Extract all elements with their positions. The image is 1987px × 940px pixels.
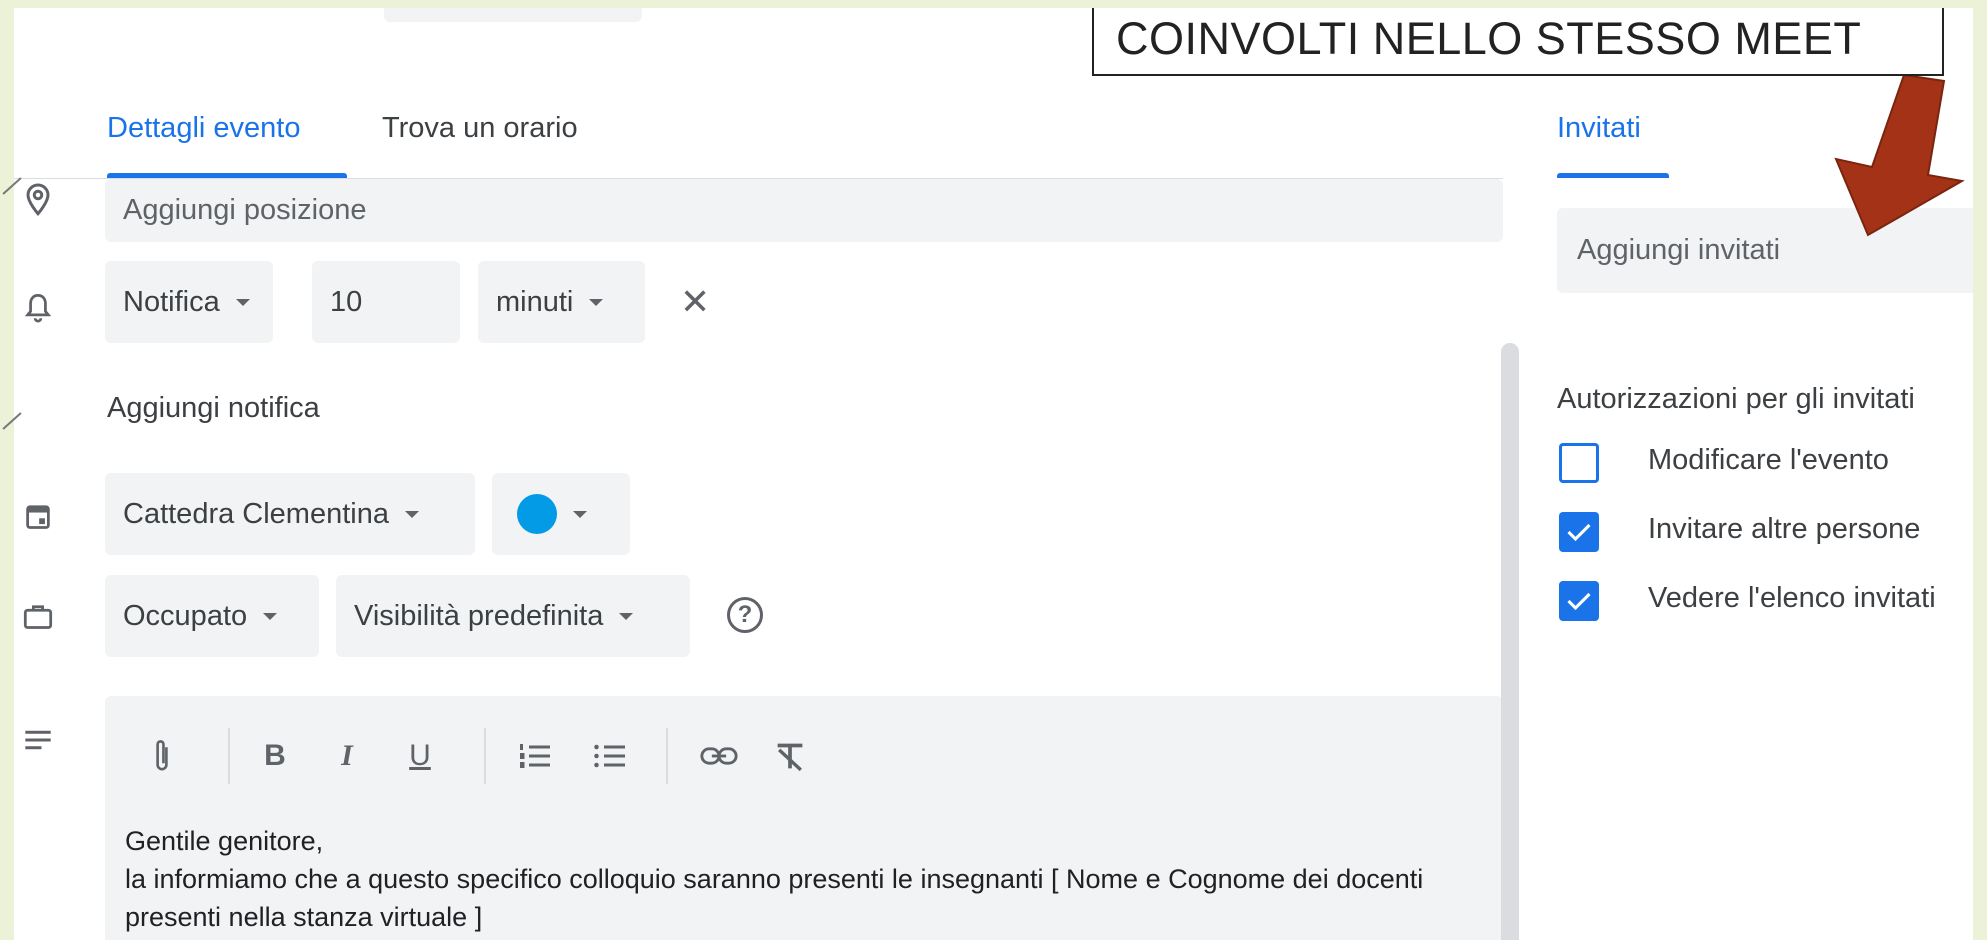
chevron-down-icon (573, 510, 587, 518)
calendar-select[interactable]: Cattedra Clementina (105, 473, 475, 555)
location-input[interactable]: Aggiungi posizione (105, 179, 1503, 242)
notes-icon (18, 720, 58, 760)
description-editor[interactable]: B I U Gentile genitore, la informiamo ch… (105, 696, 1503, 940)
numbered-list-icon[interactable] (515, 734, 555, 778)
clear-format-icon[interactable] (770, 734, 810, 778)
add-notification-link[interactable]: Aggiungi notifica (107, 392, 320, 425)
attach-icon[interactable] (145, 734, 179, 778)
chevron-down-icon (619, 612, 634, 620)
calendar-icon (18, 496, 58, 536)
checkbox-see-guest-list[interactable] (1559, 581, 1599, 621)
notification-amount-input[interactable]: 10 (312, 261, 460, 343)
availability-select[interactable]: Occupato (105, 575, 319, 657)
top-partial-field[interactable] (384, 8, 642, 22)
underline-icon[interactable]: U (402, 734, 438, 778)
permission-label-invite-others: Invitare altre persone (1648, 513, 1921, 545)
tab-find-time[interactable]: Trova un orario (382, 112, 578, 145)
event-color-select[interactable] (492, 473, 630, 555)
guest-permissions-title: Autorizzazioni per gli invitati (1557, 383, 1915, 415)
red-arrow-icon (1834, 73, 1965, 237)
briefcase-icon (18, 596, 58, 636)
bold-icon[interactable]: B (257, 734, 293, 778)
tab-guests[interactable]: Invitati (1557, 112, 1641, 145)
event-editor: Dettagli evento Trova un orario Invitati… (14, 8, 1973, 940)
location-pin-icon (18, 180, 58, 220)
chevron-down-icon (235, 298, 250, 306)
description-text[interactable]: Gentile genitore, la informiamo che a qu… (125, 822, 1485, 936)
toolbar-separator (228, 728, 230, 784)
checkbox-invite-others[interactable] (1559, 512, 1599, 552)
bulleted-list-icon[interactable] (590, 734, 630, 778)
remove-notification-icon[interactable]: ✕ (680, 284, 710, 320)
chevron-down-icon (404, 510, 419, 518)
permission-label-see-guest-list: Vedere l'elenco invitati (1648, 582, 1936, 614)
link-icon[interactable] (697, 734, 741, 778)
guests-tab-indicator (1557, 173, 1669, 178)
bell-icon (18, 288, 58, 328)
italic-icon[interactable]: I (329, 734, 365, 778)
toolbar-separator (484, 728, 486, 784)
check-icon (1567, 592, 1591, 611)
notification-type-select[interactable]: Notifica (105, 261, 273, 343)
event-color-swatch (517, 494, 557, 534)
checkbox-modify-event[interactable] (1559, 443, 1599, 483)
check-icon (1567, 523, 1591, 542)
annotation-callout: COINVOLTI NELLO STESSO MEET (1092, 8, 1944, 76)
toolbar-separator (666, 728, 668, 784)
help-icon[interactable]: ? (727, 597, 763, 633)
permission-label-modify-event: Modificare l'evento (1648, 444, 1889, 476)
chevron-down-icon (589, 298, 604, 306)
notification-unit-select[interactable]: minuti (478, 261, 645, 343)
chevron-down-icon (263, 612, 278, 620)
tab-event-details[interactable]: Dettagli evento (107, 112, 300, 145)
scrollbar[interactable] (1501, 343, 1519, 940)
visibility-select[interactable]: Visibilità predefinita (336, 575, 690, 657)
